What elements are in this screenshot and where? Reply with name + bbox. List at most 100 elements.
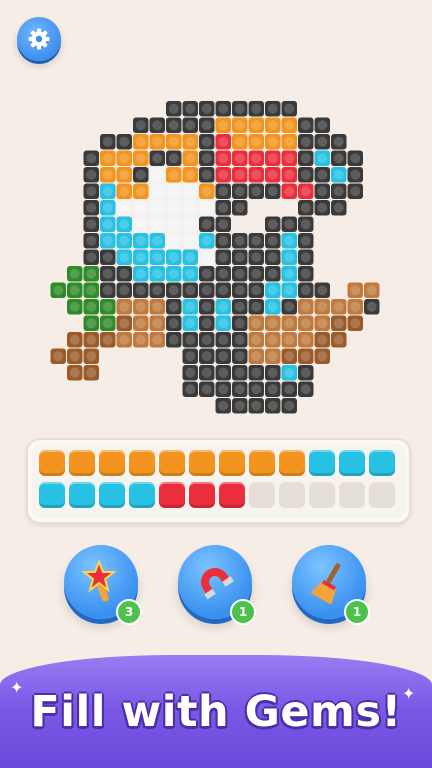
gem-cell[interactable] bbox=[133, 332, 149, 348]
gem-cell[interactable] bbox=[248, 381, 265, 398]
gem-slot-cyan[interactable] bbox=[369, 450, 395, 476]
gem-cell[interactable] bbox=[232, 348, 248, 365]
gem-cell[interactable] bbox=[298, 348, 314, 365]
gem-cell[interactable] bbox=[182, 365, 199, 381]
gem-cell[interactable] bbox=[248, 315, 265, 332]
gem-cell[interactable] bbox=[166, 216, 182, 233]
gem-cell[interactable] bbox=[232, 282, 248, 299]
gem-cell[interactable] bbox=[215, 299, 232, 315]
gem-slot-orange[interactable] bbox=[69, 450, 95, 476]
gem-cell[interactable] bbox=[116, 315, 133, 332]
gem-cell[interactable] bbox=[248, 101, 265, 117]
gem-cell[interactable] bbox=[133, 233, 149, 249]
gem-slot-red[interactable] bbox=[159, 482, 185, 508]
gem-slot-cyan[interactable] bbox=[99, 482, 125, 508]
empty-gem-slot[interactable] bbox=[369, 482, 395, 508]
gem-cell[interactable] bbox=[133, 183, 149, 200]
gem-slot-cyan[interactable] bbox=[129, 482, 155, 508]
gem-cell[interactable] bbox=[133, 117, 149, 134]
gem-cell[interactable] bbox=[83, 216, 100, 233]
gem-cell[interactable] bbox=[199, 167, 215, 183]
gem-cell[interactable] bbox=[199, 365, 215, 381]
gem-cell[interactable] bbox=[232, 101, 248, 117]
gem-cell[interactable] bbox=[199, 233, 215, 249]
gem-cell[interactable] bbox=[265, 134, 281, 150]
gem-cell[interactable] bbox=[281, 134, 298, 150]
gem-cell[interactable] bbox=[166, 315, 182, 332]
toucan-artwork-grid[interactable] bbox=[50, 84, 382, 414]
gem-cell[interactable] bbox=[199, 282, 215, 299]
gem-cell[interactable] bbox=[116, 150, 133, 167]
gem-cell[interactable] bbox=[149, 150, 166, 167]
gem-cell[interactable] bbox=[100, 167, 116, 183]
gem-cell[interactable] bbox=[182, 233, 199, 249]
gem-cell[interactable] bbox=[331, 150, 347, 167]
gem-cell[interactable] bbox=[331, 200, 347, 216]
gem-slot-red[interactable] bbox=[189, 482, 215, 508]
gem-cell[interactable] bbox=[199, 216, 215, 233]
gem-cell[interactable] bbox=[314, 315, 331, 332]
gem-cell[interactable] bbox=[215, 150, 232, 167]
gem-cell[interactable] bbox=[215, 233, 232, 249]
gem-cell[interactable] bbox=[199, 117, 215, 134]
gem-cell[interactable] bbox=[265, 398, 281, 414]
gem-cell[interactable] bbox=[50, 348, 67, 365]
gem-cell[interactable] bbox=[100, 315, 116, 332]
gem-cell[interactable] bbox=[166, 299, 182, 315]
gem-cell[interactable] bbox=[314, 150, 331, 167]
gem-cell[interactable] bbox=[281, 299, 298, 315]
gem-cell[interactable] bbox=[83, 266, 100, 282]
gem-cell[interactable] bbox=[116, 183, 133, 200]
gem-cell[interactable] bbox=[100, 282, 116, 299]
gem-cell[interactable] bbox=[116, 249, 133, 266]
gem-cell[interactable] bbox=[281, 101, 298, 117]
gem-cell[interactable] bbox=[298, 266, 314, 282]
gem-cell[interactable] bbox=[83, 315, 100, 332]
gem-cell[interactable] bbox=[83, 365, 100, 381]
gem-cell[interactable] bbox=[100, 183, 116, 200]
gem-cell[interactable] bbox=[149, 134, 166, 150]
gem-cell[interactable] bbox=[347, 183, 364, 200]
gem-cell[interactable] bbox=[215, 183, 232, 200]
gem-cell[interactable] bbox=[215, 167, 232, 183]
gem-cell[interactable] bbox=[265, 101, 281, 117]
gem-cell[interactable] bbox=[215, 134, 232, 150]
gem-cell[interactable] bbox=[149, 332, 166, 348]
gem-cell[interactable] bbox=[298, 282, 314, 299]
gem-cell[interactable] bbox=[298, 216, 314, 233]
gem-cell[interactable] bbox=[265, 299, 281, 315]
gem-cell[interactable] bbox=[265, 216, 281, 233]
gem-cell[interactable] bbox=[215, 249, 232, 266]
gem-cell[interactable] bbox=[232, 150, 248, 167]
gem-cell[interactable] bbox=[67, 299, 83, 315]
gem-cell[interactable] bbox=[314, 183, 331, 200]
gem-cell[interactable] bbox=[166, 233, 182, 249]
gem-cell[interactable] bbox=[265, 315, 281, 332]
gem-cell[interactable] bbox=[347, 150, 364, 167]
gem-cell[interactable] bbox=[281, 365, 298, 381]
gem-cell[interactable] bbox=[281, 150, 298, 167]
gem-cell[interactable] bbox=[199, 249, 215, 266]
gem-cell[interactable] bbox=[166, 150, 182, 167]
gem-cell[interactable] bbox=[232, 332, 248, 348]
gem-cell[interactable] bbox=[314, 200, 331, 216]
gem-cell[interactable] bbox=[83, 233, 100, 249]
gem-cell[interactable] bbox=[182, 332, 199, 348]
gem-slot-orange[interactable] bbox=[39, 450, 65, 476]
gem-cell[interactable] bbox=[281, 282, 298, 299]
gem-cell[interactable] bbox=[182, 183, 199, 200]
gem-cell[interactable] bbox=[182, 299, 199, 315]
gem-cell[interactable] bbox=[298, 134, 314, 150]
gem-cell[interactable] bbox=[149, 282, 166, 299]
gem-cell[interactable] bbox=[133, 249, 149, 266]
gem-cell[interactable] bbox=[182, 167, 199, 183]
gem-cell[interactable] bbox=[83, 299, 100, 315]
gem-cell[interactable] bbox=[347, 299, 364, 315]
gem-cell[interactable] bbox=[232, 233, 248, 249]
gem-cell[interactable] bbox=[116, 233, 133, 249]
gem-cell[interactable] bbox=[232, 183, 248, 200]
gem-cell[interactable] bbox=[83, 183, 100, 200]
gem-cell[interactable] bbox=[347, 167, 364, 183]
gem-cell[interactable] bbox=[281, 167, 298, 183]
gem-cell[interactable] bbox=[331, 134, 347, 150]
